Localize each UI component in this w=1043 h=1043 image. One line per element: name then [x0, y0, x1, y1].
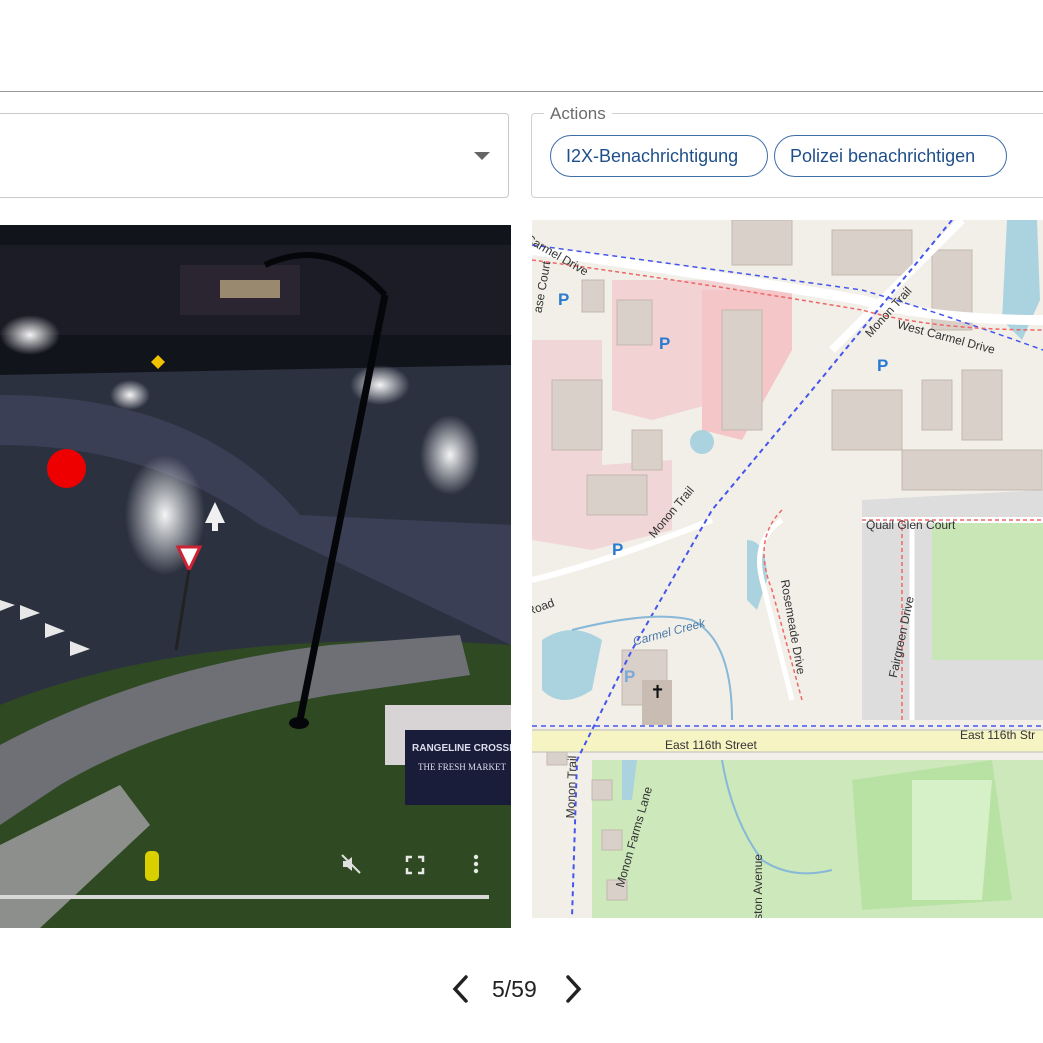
map-label-east-116th-left: East 116th Street — [665, 738, 757, 752]
next-icon[interactable] — [558, 973, 588, 1005]
detection-marker[interactable] — [47, 449, 86, 488]
dropdown-arrow-icon[interactable] — [474, 152, 490, 160]
map-label-quail-glen-court: Quail Glen Court — [866, 518, 956, 532]
sign-text-1: RANGELINE CROSSING — [412, 743, 511, 754]
parking-icon: P — [624, 667, 636, 686]
camera-select[interactable] — [0, 113, 509, 198]
fullscreen-icon[interactable] — [405, 855, 425, 875]
video-progress-bar[interactable] — [0, 895, 489, 899]
camera-scene: RANGELINE CROSSING THE FRESH MARKET — [0, 225, 511, 928]
church-icon: ✝ — [650, 682, 666, 702]
previous-icon[interactable] — [446, 973, 476, 1005]
map-base — [532, 220, 1043, 918]
i2x-notification-button[interactable]: I2X-Benachrichtigung — [550, 135, 768, 177]
map-label-east-116th-right: East 116th Str — [960, 728, 1036, 742]
map-label-avenue: ston Avenue — [750, 854, 765, 918]
camera-video[interactable]: RANGELINE CROSSING THE FRESH MARKET — [0, 225, 511, 928]
top-divider — [0, 91, 1043, 92]
sign-text-2: THE FRESH MARKET — [418, 762, 507, 772]
location-map[interactable]: Carmel Drive West Carmel Drive Monon Tra… — [532, 220, 1043, 918]
mute-icon[interactable] — [340, 853, 362, 875]
parking-icon: P — [558, 290, 570, 309]
more-options-icon[interactable] — [470, 853, 482, 875]
page-counter: 5/59 — [492, 976, 537, 1002]
map-label-monon-trail-bottom: Monon Trail — [563, 755, 580, 819]
parking-icon: P — [659, 334, 671, 353]
parking-icon: P — [612, 540, 624, 559]
actions-legend: Actions — [544, 103, 612, 125]
pager: 5/59 — [440, 967, 600, 1011]
parking-icon: P — [877, 356, 889, 375]
notify-police-button[interactable]: Polizei benachrichtigen — [774, 135, 1007, 177]
